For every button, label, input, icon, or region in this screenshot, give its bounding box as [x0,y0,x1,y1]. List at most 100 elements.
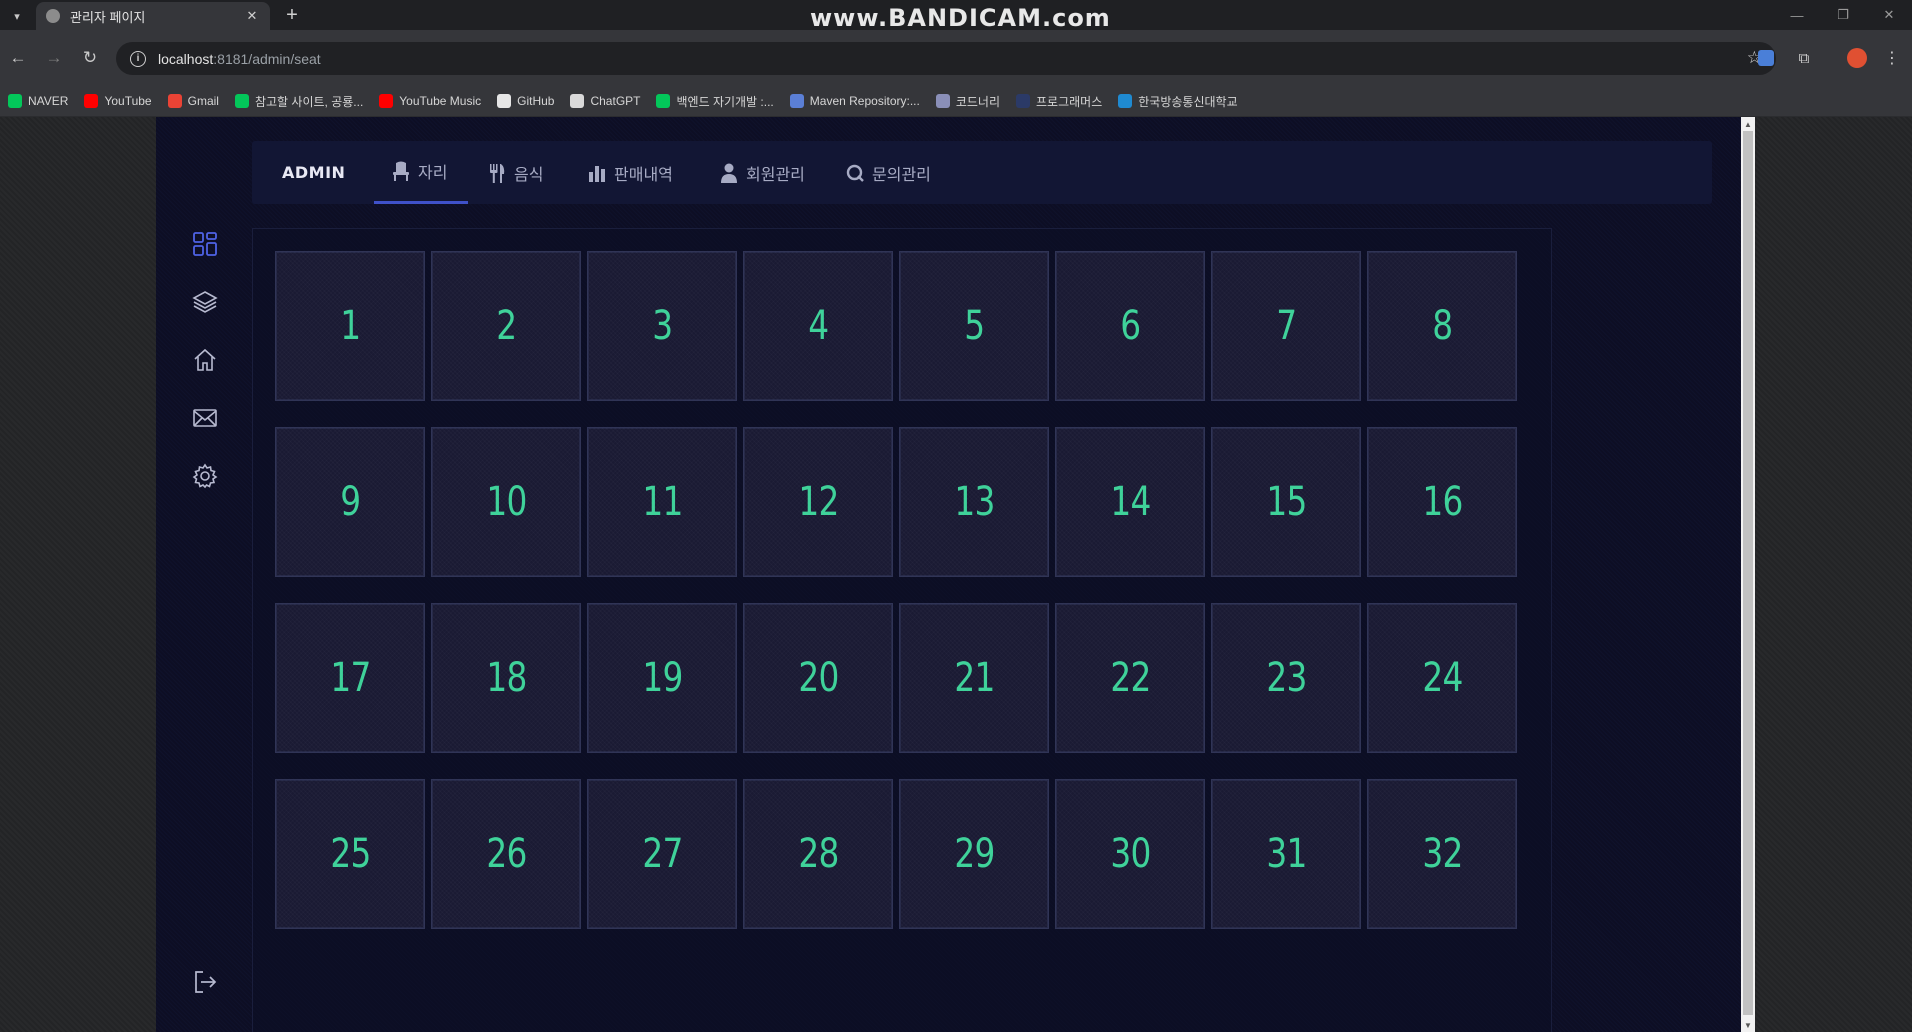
seat-number: 11 [641,479,683,525]
tab-food[interactable]: 음식 [488,141,543,204]
seat-number: 13 [953,479,995,525]
seat-button[interactable]: 3 [587,251,737,401]
seat-button[interactable]: 1 [275,251,425,401]
seat-button[interactable]: 15 [1211,427,1361,577]
seat-button[interactable]: 5 [899,251,1049,401]
seat-button[interactable]: 10 [431,427,581,577]
settings-icon[interactable] [190,461,220,491]
seat-button[interactable]: 8 [1367,251,1517,401]
bookmark-item[interactable]: ChatGPT [570,94,640,108]
translate-extension-icon[interactable] [1754,46,1778,70]
browser-tab[interactable]: 관리자 페이지 ✕ [36,2,270,30]
layers-icon[interactable] [190,287,220,317]
close-tab-icon[interactable]: ✕ [244,8,260,24]
seat-number: 22 [1109,655,1151,701]
site-info-icon[interactable]: i [130,50,146,67]
tab-seat[interactable]: 자리 [374,141,468,204]
bookmark-item[interactable]: 백엔드 자기개발 :... [656,93,774,110]
seat-button[interactable]: 13 [899,427,1049,577]
seat-number: 26 [485,831,527,877]
seat-number: 16 [1421,479,1463,525]
mail-icon[interactable] [190,403,220,433]
seat-button[interactable]: 25 [275,779,425,929]
seat-button[interactable]: 19 [587,603,737,753]
bookmark-favicon-icon [234,94,249,108]
seat-icon [392,161,410,181]
seat-button[interactable]: 14 [1055,427,1205,577]
browser-menu-icon[interactable]: ⋮ [1880,46,1904,70]
scroll-thumb[interactable] [1743,131,1753,1015]
seat-button[interactable]: 31 [1211,779,1361,929]
seat-button[interactable]: 23 [1211,603,1361,753]
bookmark-item[interactable]: 코드너리 [935,93,1000,110]
bookmark-item[interactable]: 한국방송통신대학교 [1118,93,1238,110]
bookmark-item[interactable]: NAVER [8,94,68,108]
tab-sales[interactable]: 판매내역 [588,141,673,204]
seat-button[interactable]: 17 [275,603,425,753]
admin-top-nav: ADMIN 자리 음식 판매내역 회원관리 문의관리 [252,141,1712,204]
seat-button[interactable]: 20 [743,603,893,753]
seat-button[interactable]: 22 [1055,603,1205,753]
minimize-icon[interactable]: — [1774,0,1820,30]
new-tab-button[interactable]: + [280,3,304,27]
restore-icon[interactable]: ❐ [1820,0,1866,30]
reload-icon[interactable]: ↻ [78,46,102,70]
seat-button[interactable]: 24 [1367,603,1517,753]
dashboard-icon[interactable] [190,229,220,259]
seat-button[interactable]: 2 [431,251,581,401]
tab-search-icon[interactable]: ▾ [6,5,28,27]
seat-number: 18 [485,655,527,701]
seat-button[interactable]: 32 [1367,779,1517,929]
seat-number: 10 [485,479,527,525]
bookmark-item[interactable]: 참고할 사이트, 공룡... [234,93,363,110]
forward-icon[interactable]: → [42,46,66,70]
bookmark-favicon-icon [570,94,585,108]
home-icon[interactable] [190,345,220,375]
close-window-icon[interactable]: ✕ [1866,0,1912,30]
seat-button[interactable]: 29 [899,779,1049,929]
seat-button[interactable]: 26 [431,779,581,929]
seat-button[interactable]: 6 [1055,251,1205,401]
bookmark-item[interactable]: YouTube Music [379,94,481,108]
seat-number: 31 [1265,831,1307,877]
seat-number: 15 [1265,479,1307,525]
bookmark-favicon-icon [1016,94,1030,108]
seat-button[interactable]: 18 [431,603,581,753]
seat-button[interactable]: 4 [743,251,893,401]
seat-button[interactable]: 16 [1367,427,1517,577]
extensions-icon[interactable]: ⧉ [1792,46,1816,70]
seat-button[interactable]: 21 [899,603,1049,753]
seat-number: 29 [953,831,995,877]
bookmark-item[interactable]: GitHub [497,94,554,108]
seat-button[interactable]: 28 [743,779,893,929]
seat-number: 7 [1275,303,1297,349]
url-host: localhost [158,50,214,67]
seat-number: 4 [807,303,829,349]
seat-number: 8 [1431,303,1453,349]
bookmark-item[interactable]: Maven Repository:... [789,94,920,108]
bookmark-item[interactable]: Gmail [167,94,219,108]
scroll-up-icon[interactable]: ▲ [1741,117,1755,131]
seat-button[interactable]: 27 [587,779,737,929]
page-viewport: ADMIN 자리 음식 판매내역 회원관리 문의관리 1 2 3 4 5 6 7… [0,117,1912,1032]
tab-members[interactable]: 회원관리 [720,141,805,204]
seat-number: 9 [339,479,361,525]
logout-icon[interactable] [190,967,220,997]
bookmark-item[interactable]: 프로그래머스 [1016,93,1102,110]
scroll-down-icon[interactable]: ▼ [1741,1018,1755,1032]
window-controls: — ❐ ✕ [1774,0,1912,30]
back-icon[interactable]: ← [6,46,30,70]
tab-inquiries[interactable]: 문의관리 [846,141,931,204]
bookmark-label: YouTube [104,94,152,108]
seat-button[interactable]: 7 [1211,251,1361,401]
seat-button[interactable]: 30 [1055,779,1205,929]
seat-button[interactable]: 12 [743,427,893,577]
address-bar[interactable]: i localhost:8181/admin/seat ☆ [116,42,1776,75]
page-scrollbar[interactable]: ▲ ▼ [1741,117,1755,1032]
bookmark-item[interactable]: YouTube [84,94,152,108]
profile-avatar-icon[interactable] [1845,46,1869,70]
seat-number: 14 [1109,479,1151,525]
seat-button[interactable]: 11 [587,427,737,577]
seat-button[interactable]: 9 [275,427,425,577]
seat-number: 20 [797,655,839,701]
